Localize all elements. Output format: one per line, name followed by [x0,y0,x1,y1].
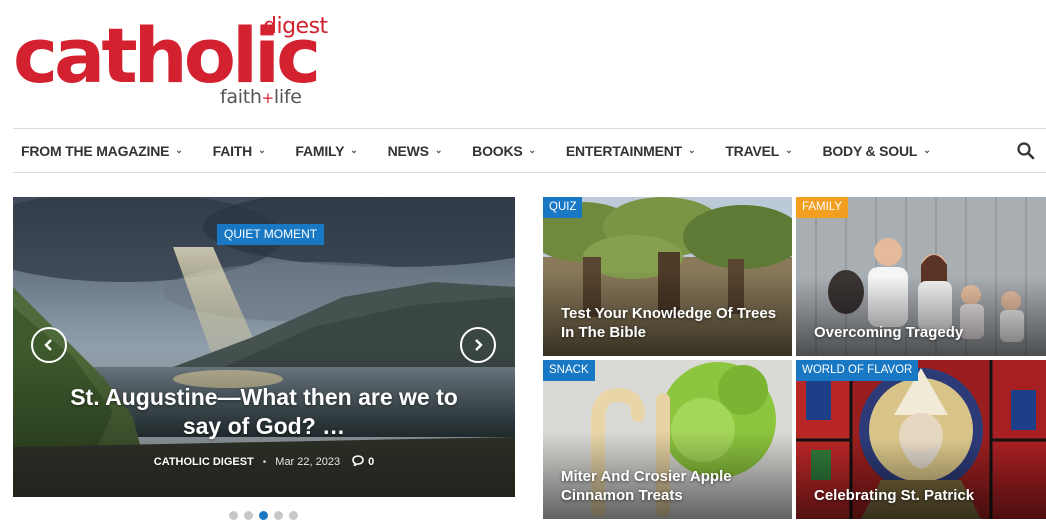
card-category-badge[interactable]: WORLD OF FLAVOR [796,360,919,381]
nav-label: FROM THE MAGAZINE [21,142,170,159]
card-title[interactable]: Miter And Crosier Apple Cinnamon Treats [561,467,778,505]
nav-label: ENTERTAINMENT [565,142,682,159]
chevron-left-icon [44,339,52,351]
nav-item-entertainment[interactable]: ENTERTAINMENT ⌄ [565,142,696,159]
chevron-down-icon: ⌄ [785,145,793,155]
nav-label: FAMILY [295,142,345,159]
card-category-badge[interactable]: FAMILY [796,197,849,218]
nav-item-travel[interactable]: TRAVEL ⌄ [725,143,792,159]
comment-count[interactable]: 0 [368,456,374,468]
slide-title[interactable]: St. Augustine—What then are we to say of… [53,383,475,441]
logo-tag-faith: faith [220,86,262,108]
slide-meta: CATHOLIC DIGEST • Mar 22, 2023 0 [13,455,515,469]
chevron-down-icon: ⌄ [687,145,696,155]
card-title[interactable]: Overcoming Tragedy [814,323,1032,342]
card-title[interactable]: Test Your Knowledge Of Trees In The Bibl… [561,304,778,342]
main-nav: FROM THE MAGAZINE ⌄ FAITH ⌄ FAMILY ⌄ NEWS ⌄ … [13,128,1046,173]
slider-next-button[interactable] [460,327,496,363]
logo-digest: digest [263,14,328,39]
nav-label: TRAVEL [725,142,780,159]
slide-category-badge[interactable]: QUIET MOMENT [217,224,325,245]
nav-label: FAITH [212,142,253,159]
nav-label: NEWS [387,142,429,159]
card-title[interactable]: Celebrating St. Patrick [814,486,1032,505]
card-category-badge[interactable]: QUIZ [543,197,583,218]
slider-pagination [229,511,304,520]
logo-tag-plus: + [261,89,275,107]
chevron-down-icon: ⌄ [434,145,443,155]
chevron-down-icon: ⌄ [350,145,358,155]
featured-slider[interactable]: QUIET MOMENT St. Augustine—What then are… [13,197,515,497]
nav-label: BOOKS [472,142,523,159]
nav-item-faith[interactable]: FAITH ⌄ [213,143,266,159]
nav-item-family[interactable]: FAMILY ⌄ [295,143,357,159]
article-card[interactable]: FAMILY Overcoming Tragedy [796,197,1046,356]
nav-label: BODY & SOUL [822,142,918,159]
article-card[interactable]: WORLD OF FLAVOR Celebrating St. Patrick [796,360,1046,519]
article-card[interactable]: SNACK Miter And Crosier Apple Cinnamon T… [543,360,792,519]
card-category-badge[interactable]: SNACK [543,360,595,381]
comment-icon [352,455,364,469]
meta-separator: • [262,456,267,468]
nav-item-from-the-magazine[interactable]: FROM THE MAGAZINE ⌄ [21,143,183,159]
slider-dot[interactable] [244,511,253,520]
chevron-right-icon [475,339,483,351]
slide-author[interactable]: CATHOLIC DIGEST [154,456,254,468]
nav-item-body-and-soul[interactable]: BODY & SOUL ⌄ [822,143,930,159]
chevron-down-icon: ⌄ [258,145,266,155]
nav-item-news[interactable]: NEWS ⌄ [388,143,443,159]
slider-prev-button[interactable] [31,327,67,363]
logo-tag-life: life [273,86,302,108]
chevron-down-icon: ⌄ [175,145,183,155]
slider-dot[interactable] [229,511,238,520]
slider-dot[interactable] [274,511,283,520]
slider-dot[interactable] [259,511,268,520]
chevron-down-icon: ⌄ [528,145,537,155]
nav-item-books[interactable]: BOOKS ⌄ [472,143,536,159]
search-icon[interactable] [1016,141,1036,161]
article-card[interactable]: QUIZ Test Your Knowledge Of Trees In The… [543,197,792,356]
slide-date: Mar 22, 2023 [275,456,341,468]
chevron-down-icon: ⌄ [923,145,931,155]
slider-dot[interactable] [289,511,298,520]
site-logo[interactable]: catholic digest faith+life [13,10,333,110]
logo-tagline: faith+life [220,86,302,108]
